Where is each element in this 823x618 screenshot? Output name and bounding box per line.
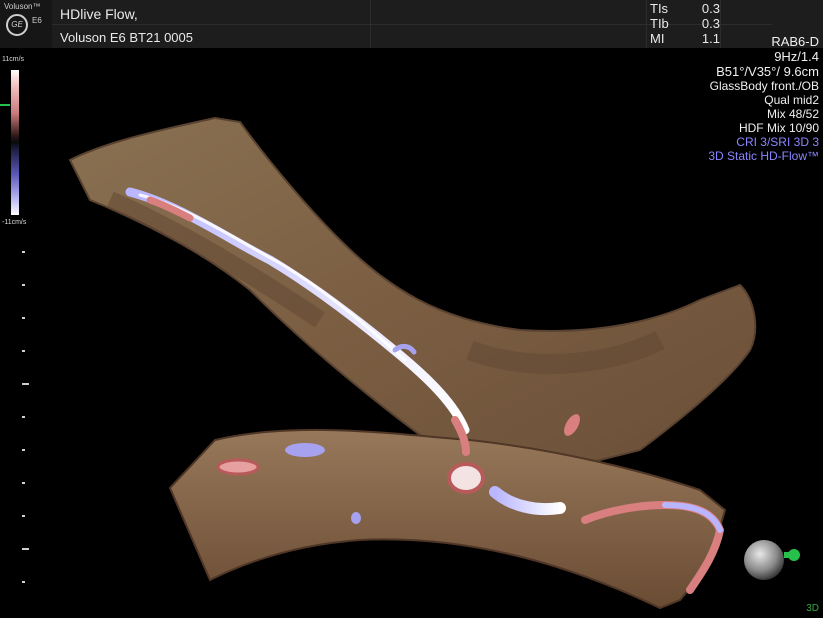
tissue-upper-arm: [68, 116, 757, 472]
depth-tick: [22, 515, 25, 517]
tissue-base-layer: [168, 428, 727, 610]
baseline-marker: [0, 104, 10, 106]
index-row: TIb 0.3: [650, 16, 720, 31]
vessel-cross-section: [447, 462, 485, 494]
orientation-ball: [744, 540, 784, 580]
vessel-spot: [216, 458, 260, 476]
brand-label: Voluson™: [4, 2, 41, 11]
index-value: 0.3: [701, 16, 720, 31]
hdf-mix-label: HDF Mix 10/90: [738, 121, 819, 135]
vessel-spot: [351, 512, 361, 524]
depth-tick-major: [22, 383, 29, 385]
depth-tick: [22, 581, 25, 583]
depth-tick: [22, 482, 25, 484]
acquisition-params: RAB6-D 9Hz/1.4 B51°/V35°/ 9.6cm GlassBod…: [708, 34, 819, 163]
velocity-scale-bottom: -11cm/s: [2, 219, 27, 226]
depth-tick: [22, 284, 25, 286]
depth-tick: [22, 350, 25, 352]
index-label: MI: [650, 31, 665, 46]
3d-render-view[interactable]: [0, 48, 823, 618]
mode-badge: 3D: [806, 603, 819, 614]
frequency-label: 9Hz/1.4: [774, 49, 819, 64]
vessel-spot: [285, 443, 325, 457]
depth-tick: [22, 251, 25, 253]
header-separator: [646, 0, 647, 48]
index-row: TIs 0.3: [650, 1, 720, 16]
ge-logo-icon: GE: [6, 14, 28, 36]
index-label: TIs: [650, 1, 669, 16]
logo-panel: Voluson™ GE E6: [0, 0, 52, 48]
header-separator: [370, 0, 371, 48]
top-info-bar: Voluson™ GE E6 HDlive Flow, Voluson E6 B…: [0, 0, 823, 48]
velocity-scale-top: 11cm/s: [2, 56, 25, 63]
index-value: 0.3: [701, 1, 720, 16]
depth-tick: [22, 416, 25, 418]
probe-label: RAB6-D: [771, 34, 819, 49]
exam-title: HDlive Flow,: [60, 6, 138, 22]
orientation-handle: [784, 552, 792, 558]
depth-tick-major: [22, 548, 29, 550]
cri-label: CRI 3/SRI 3D 3: [736, 135, 819, 149]
depth-tick: [22, 317, 25, 319]
mode-label: 3D Static HD-Flow™: [708, 149, 819, 163]
quality-label: Qual mid2: [764, 93, 819, 107]
index-label: TIb: [650, 16, 669, 31]
angle-depth-label: B51°/V35°/ 9.6cm: [716, 64, 819, 79]
mix-label: Mix 48/52: [766, 107, 819, 121]
depth-tick: [22, 449, 25, 451]
device-id: Voluson E6 BT21 0005: [60, 30, 193, 45]
color-velocity-scale: [11, 70, 19, 215]
preset-label: GlassBody front./OB: [709, 79, 819, 93]
model-label: E6: [32, 16, 42, 25]
